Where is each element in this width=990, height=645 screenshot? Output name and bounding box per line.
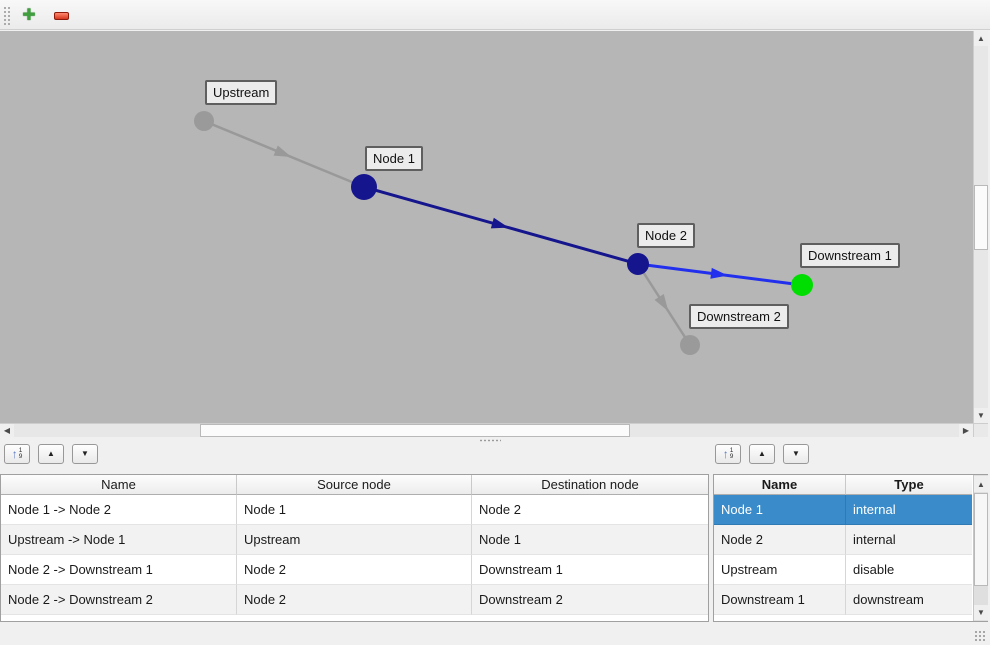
sort-ascending-icon: ↑ 1 9 <box>723 448 734 461</box>
horizontal-scroll-thumb[interactable] <box>200 424 630 437</box>
edges-table: NameSource nodeDestination nodeNode 1 ->… <box>0 474 709 622</box>
window-resize-grip[interactable] <box>974 630 986 641</box>
graph-horizontal-scrollbar[interactable]: ◀ ▶ <box>0 423 973 437</box>
table-row[interactable]: Upstream -> Node 1UpstreamNode 1 <box>1 525 708 555</box>
nodes-table: NameTypeNode 1internalNode 2internalUpst… <box>713 474 988 622</box>
table-cell[interactable]: Node 1 <box>472 525 708 555</box>
table-cell[interactable]: internal <box>846 495 972 525</box>
table-empty-area <box>714 615 987 621</box>
table-row[interactable]: Node 2internal <box>714 525 987 555</box>
node-label[interactable]: Node 1 <box>365 146 423 171</box>
table-row[interactable]: Upstreamdisable <box>714 555 987 585</box>
table-cell[interactable]: Downstream 1 <box>472 555 708 585</box>
move-down-button[interactable]: ▼ <box>72 444 98 464</box>
toolbar-grip[interactable] <box>3 6 11 25</box>
column-header-source-node[interactable]: Source node <box>237 475 472 495</box>
table-cell[interactable]: Node 1 -> Node 2 <box>1 495 237 525</box>
scroll-up-icon[interactable]: ▲ <box>974 476 988 492</box>
up-arrow-icon: ▲ <box>47 450 55 458</box>
table-cell[interactable]: internal <box>846 525 972 555</box>
edge-arrow-icon <box>274 145 294 162</box>
graph-node[interactable] <box>791 274 813 296</box>
splitter-grip-icon[interactable] <box>479 439 501 442</box>
graph-node[interactable] <box>351 174 377 200</box>
edges-table-toolbar: ↑ 1 9 ▲ ▼ <box>4 444 98 464</box>
application-window: { "toolbar": { "add_tooltip": "add", "re… <box>0 0 990 645</box>
node-label[interactable]: Downstream 2 <box>689 304 789 329</box>
remove-button[interactable] <box>49 4 73 27</box>
table-scroll-thumb[interactable] <box>974 493 988 586</box>
table-cell[interactable]: Node 2 <box>714 525 846 555</box>
down-arrow-icon: ▼ <box>81 450 89 458</box>
sort-button[interactable]: ↑ 1 9 <box>4 444 30 464</box>
table-cell[interactable]: Upstream -> Node 1 <box>1 525 237 555</box>
table-empty-area <box>1 615 708 621</box>
graph-node[interactable] <box>627 253 649 275</box>
table-cell[interactable]: Node 1 <box>714 495 846 525</box>
table-cell[interactable]: Upstream <box>714 555 846 585</box>
table-cell[interactable]: Upstream <box>237 525 472 555</box>
table-header-row: NameSource nodeDestination node <box>1 475 708 495</box>
sort-button[interactable]: ↑ 1 9 <box>715 444 741 464</box>
edge-arrow-icon <box>491 218 510 233</box>
graph-svg <box>0 31 973 423</box>
add-button[interactable]: ✚ <box>17 4 41 27</box>
minus-icon <box>54 12 69 20</box>
table-header-row: NameType <box>714 475 987 495</box>
scroll-left-icon[interactable]: ◀ <box>0 424 14 437</box>
table-cell[interactable]: Node 1 <box>237 495 472 525</box>
table-cell[interactable]: Node 2 <box>237 585 472 615</box>
scrollbar-corner <box>973 423 988 437</box>
table-cell[interactable]: downstream <box>846 585 972 615</box>
table-cell[interactable]: Downstream 2 <box>472 585 708 615</box>
column-header-type[interactable]: Type <box>846 475 972 495</box>
move-up-button[interactable]: ▲ <box>749 444 775 464</box>
scroll-right-icon[interactable]: ▶ <box>959 424 973 437</box>
graph-vertical-scrollbar[interactable]: ▲ ▼ <box>973 31 988 423</box>
table-cell[interactable]: disable <box>846 555 972 585</box>
table-cell[interactable]: Downstream 1 <box>714 585 846 615</box>
nodes-table-scrollbar[interactable]: ▲ ▼ <box>973 475 988 621</box>
down-arrow-icon: ▼ <box>792 450 800 458</box>
main-toolbar: ✚ <box>0 0 990 30</box>
table-cell[interactable]: Node 2 -> Downstream 1 <box>1 555 237 585</box>
table-row[interactable]: Node 2 -> Downstream 1Node 2Downstream 1 <box>1 555 708 585</box>
edge-arrow-icon <box>655 294 673 314</box>
node-label[interactable]: Node 2 <box>637 223 695 248</box>
table-row[interactable]: Node 1internal <box>714 495 987 525</box>
graph-canvas[interactable]: Upstream Node 1 Node 2 Downstream 1 Downstre… <box>0 31 973 423</box>
table-row[interactable]: Downstream 1downstream <box>714 585 987 615</box>
node-label[interactable]: Upstream <box>205 80 277 105</box>
column-header-name[interactable]: Name <box>714 475 846 495</box>
node-label[interactable]: Downstream 1 <box>800 243 900 268</box>
table-cell[interactable]: Node 2 <box>237 555 472 585</box>
table-row[interactable]: Node 2 -> Downstream 2Node 2Downstream 2 <box>1 585 708 615</box>
scroll-down-icon[interactable]: ▼ <box>974 605 988 620</box>
up-arrow-icon: ▲ <box>758 450 766 458</box>
column-header-name[interactable]: Name <box>1 475 237 495</box>
column-header-destination-node[interactable]: Destination node <box>472 475 708 495</box>
graph-node[interactable] <box>194 111 214 131</box>
plus-icon: ✚ <box>22 8 35 24</box>
table-row[interactable]: Node 1 -> Node 2Node 1Node 2 <box>1 495 708 525</box>
pane-splitter[interactable] <box>0 437 990 444</box>
sort-ascending-icon: ↑ 1 9 <box>12 448 23 461</box>
vertical-scroll-thumb[interactable] <box>974 185 988 250</box>
table-cell[interactable]: Node 2 <box>472 495 708 525</box>
move-up-button[interactable]: ▲ <box>38 444 64 464</box>
scroll-up-icon[interactable]: ▲ <box>974 31 988 46</box>
scroll-down-icon[interactable]: ▼ <box>974 408 988 423</box>
table-cell[interactable]: Node 2 -> Downstream 2 <box>1 585 237 615</box>
move-down-button[interactable]: ▼ <box>783 444 809 464</box>
graph-node[interactable] <box>680 335 700 355</box>
nodes-table-toolbar: ↑ 1 9 ▲ ▼ <box>715 444 809 464</box>
